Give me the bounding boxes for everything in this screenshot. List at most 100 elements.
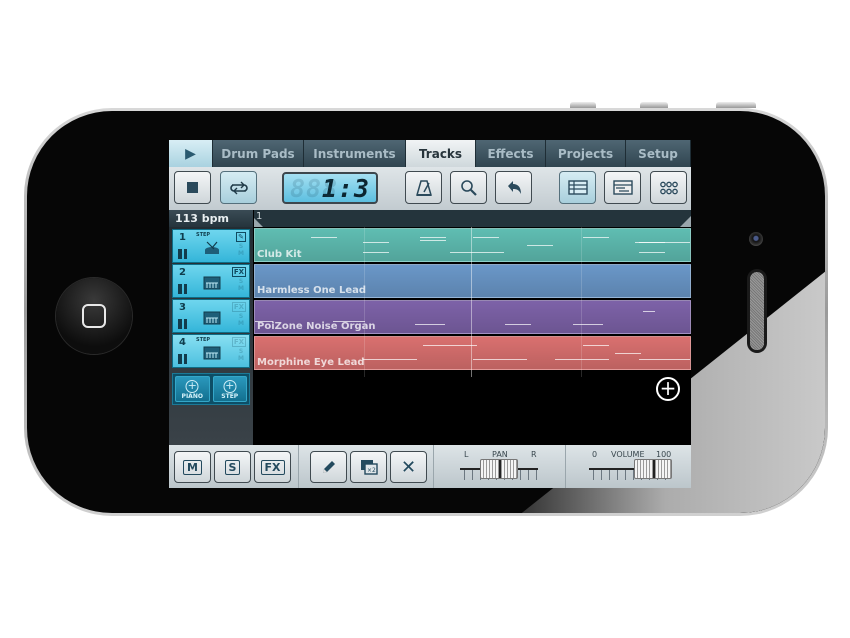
fx-badge[interactable]: FX bbox=[231, 302, 246, 312]
track-lane-harmless-one-lead[interactable]: Harmless One Lead bbox=[254, 264, 691, 298]
grid-view-button[interactable] bbox=[650, 171, 687, 204]
grid-view-icon bbox=[659, 181, 678, 194]
pan-slider-knob[interactable] bbox=[480, 459, 518, 479]
add-track-button[interactable]: + bbox=[656, 377, 680, 401]
midi-note bbox=[639, 252, 665, 253]
pan-right-label: R bbox=[531, 450, 537, 459]
pan-left-label: L bbox=[464, 450, 469, 459]
volume-min-label: 0 bbox=[592, 450, 598, 459]
midi-note bbox=[420, 240, 446, 241]
track-header-2[interactable]: 2 FX SM bbox=[172, 264, 250, 298]
track-header-1[interactable]: 1 STEP ✎ SM bbox=[172, 229, 250, 263]
midi-note bbox=[639, 359, 690, 360]
stop-icon bbox=[187, 182, 198, 193]
mute-label: M bbox=[183, 459, 202, 475]
volume-max-label: 100 bbox=[656, 450, 672, 459]
editor-view-button[interactable] bbox=[604, 171, 641, 204]
track-lane-morphine-eye-lead[interactable]: Morphine Eye Lead bbox=[254, 336, 691, 370]
timeline-ruler[interactable]: 1 bbox=[254, 210, 691, 227]
home-button[interactable] bbox=[56, 278, 132, 354]
fx-badge[interactable]: FX bbox=[231, 267, 246, 277]
main-tabs: ▶ Drum Pads Instruments Tracks Effects P… bbox=[169, 140, 691, 167]
add-piano-track-button[interactable]: + PIANO bbox=[175, 376, 210, 402]
sleep-button bbox=[716, 102, 756, 108]
metronome-button[interactable] bbox=[405, 171, 442, 204]
tab-setup[interactable]: Setup bbox=[626, 140, 691, 167]
lcd-ghost-digits: 888 bbox=[290, 173, 339, 203]
magnifier-icon bbox=[460, 179, 477, 196]
track-headers: 1 STEP ✎ SM 2 FX SM 3 FX SM 4 STEP FX SM bbox=[169, 227, 253, 445]
tab-projects[interactable]: Projects bbox=[546, 140, 626, 167]
close-icon: ✕ bbox=[400, 456, 417, 478]
tab-label: Instruments bbox=[313, 146, 396, 161]
pencil-button[interactable] bbox=[310, 451, 347, 483]
track-view-button[interactable] bbox=[559, 171, 596, 204]
arrangement-area[interactable]: Club Kit Harmless One Lead PoiZone Noise… bbox=[254, 227, 691, 445]
undo-button[interactable] bbox=[495, 171, 532, 204]
position-display: 888 1:3 bbox=[282, 172, 378, 204]
track-mode: STEP bbox=[196, 337, 211, 343]
play-icon: ▶ bbox=[185, 145, 196, 162]
pause-level-icon bbox=[178, 354, 187, 364]
solo-mute-indicator: SM bbox=[238, 348, 244, 362]
track-mode: STEP bbox=[196, 232, 211, 238]
track-number: 4 bbox=[179, 337, 186, 348]
midi-note bbox=[333, 321, 365, 322]
home-square-icon bbox=[82, 304, 106, 328]
undo-icon bbox=[507, 180, 521, 194]
pause-level-icon bbox=[178, 319, 187, 329]
track-name: Morphine Eye Lead bbox=[257, 357, 365, 368]
midi-note bbox=[555, 359, 609, 360]
midi-note bbox=[583, 237, 609, 238]
solo-button[interactable]: S bbox=[214, 451, 251, 483]
duplicate-icon: ×2 bbox=[360, 460, 378, 475]
mute-button[interactable]: M bbox=[174, 451, 211, 483]
tab-label: Effects bbox=[487, 146, 534, 161]
editor-view-icon bbox=[612, 180, 633, 195]
beat-gridline bbox=[581, 227, 582, 377]
track-name: Harmless One Lead bbox=[257, 285, 367, 296]
tab-drum-pads[interactable]: Drum Pads bbox=[213, 140, 304, 167]
volume-slider-knob[interactable] bbox=[634, 459, 672, 479]
fx-badge[interactable]: FX bbox=[231, 337, 246, 347]
duplicate-label: ×2 bbox=[367, 467, 376, 474]
duplicate-button[interactable]: ×2 bbox=[350, 451, 387, 483]
track-name: PoiZone Noise Organ bbox=[257, 321, 376, 332]
tab-label: Tracks bbox=[418, 146, 463, 161]
track-edit-bar: M S FX ×2 ✕ L PAN R 0 VOLUME 100 bbox=[169, 445, 691, 488]
solo-mute-indicator: SM bbox=[238, 313, 244, 327]
edit-badge-icon[interactable]: ✎ bbox=[236, 232, 246, 242]
midi-note bbox=[473, 237, 499, 238]
tab-play[interactable]: ▶ bbox=[169, 140, 213, 167]
track-lane-poizone-noise-organ[interactable]: PoiZone Noise Organ bbox=[254, 300, 691, 334]
midi-note bbox=[363, 252, 389, 253]
volume-up-button bbox=[570, 102, 596, 108]
track-header-3[interactable]: 3 FX SM bbox=[172, 299, 250, 333]
tempo-display[interactable]: 113 bpm bbox=[169, 210, 253, 227]
loop-end-marker[interactable] bbox=[680, 216, 691, 227]
tab-label: Setup bbox=[638, 146, 678, 161]
tab-label: Drum Pads bbox=[221, 146, 295, 161]
delete-button[interactable]: ✕ bbox=[390, 451, 427, 483]
fx-button[interactable]: FX bbox=[254, 451, 291, 483]
zoom-button[interactable] bbox=[450, 171, 487, 204]
pencil-icon bbox=[322, 461, 335, 473]
add-step-track-button[interactable]: + STEP bbox=[212, 376, 247, 402]
fx-label: FX bbox=[260, 459, 285, 475]
drum-icon bbox=[205, 241, 219, 254]
track-number: 3 bbox=[179, 302, 186, 313]
lead-keyboard-icon bbox=[203, 311, 221, 325]
track-header-4[interactable]: 4 STEP FX SM bbox=[172, 334, 250, 368]
tab-tracks[interactable]: Tracks bbox=[406, 140, 476, 167]
tab-instruments[interactable]: Instruments bbox=[304, 140, 406, 167]
loop-button[interactable] bbox=[220, 171, 257, 204]
midi-note bbox=[255, 321, 273, 322]
loop-start-marker[interactable] bbox=[254, 218, 263, 227]
add-piano-label: PIANO bbox=[181, 393, 203, 400]
stop-button[interactable] bbox=[174, 171, 211, 204]
tab-effects[interactable]: Effects bbox=[476, 140, 546, 167]
midi-note bbox=[615, 353, 641, 354]
volume-label: VOLUME bbox=[611, 450, 645, 459]
track-lane-club-kit[interactable]: Club Kit bbox=[254, 228, 691, 262]
track-list-icon bbox=[567, 180, 588, 195]
